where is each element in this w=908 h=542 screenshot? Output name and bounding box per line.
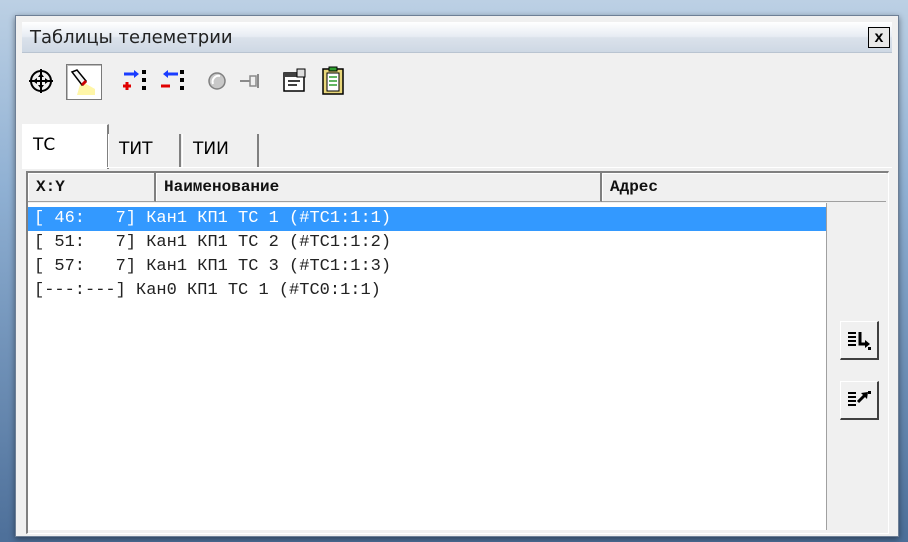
row-xy: [ 57: 7]	[34, 257, 137, 276]
column-header-name[interactable]: Наименование	[156, 173, 602, 202]
table-row[interactable]: [ 46: 7] Кан1 КП1 ТС 1 (#ТС1:1:1)	[28, 207, 826, 231]
pin-icon	[240, 74, 259, 88]
insert-rows-button[interactable]	[118, 64, 152, 98]
delete-rows-icon	[161, 70, 184, 90]
row-xy: [---:---]	[34, 281, 126, 300]
table-row[interactable]: [ 57: 7] Кан1 КП1 ТС 3 (#ТС1:1:3)	[28, 255, 826, 279]
row-xy: [ 46: 7]	[34, 209, 137, 228]
column-header-xy-label: X:Y	[36, 178, 65, 196]
color-disk-button[interactable]	[200, 64, 234, 98]
crosshair-icon	[29, 69, 53, 93]
table-header: X:Y Наименование Адрес	[28, 173, 888, 203]
properties-button[interactable]	[278, 64, 312, 98]
column-header-address[interactable]: Адрес	[602, 173, 886, 202]
column-header-address-label: Адрес	[610, 178, 659, 196]
properties-icon	[283, 68, 306, 92]
row-name: Кан1 КП1 ТС 3 (#ТС1:1:3)	[146, 257, 392, 276]
tab-ts[interactable]: ТС	[22, 124, 109, 169]
row-name: Кан1 КП1 ТС 2 (#ТС1:1:2)	[146, 233, 392, 252]
color-disk-icon	[208, 72, 226, 90]
column-header-xy[interactable]: X:Y	[28, 173, 156, 202]
tab-strip: ТС ТИТ ТИИ	[22, 124, 892, 169]
tab-ts-label: ТС	[33, 135, 56, 155]
tab-tit[interactable]: ТИТ	[108, 134, 181, 168]
export-list-button[interactable]	[840, 381, 879, 420]
column-header-name-label: Наименование	[164, 178, 280, 196]
side-panel	[828, 203, 886, 530]
delete-rows-button[interactable]	[156, 64, 190, 98]
toolbar	[22, 60, 892, 104]
row-xy: [ 51: 7]	[34, 233, 137, 252]
signal-list[interactable]: [ 46: 7] Кан1 КП1 ТС 1 (#ТС1:1:1) [ 51: …	[28, 203, 827, 530]
table-row[interactable]: [---:---] Кан0 КП1 ТС 1 (#ТС0:1:1)	[28, 279, 826, 303]
title-bar[interactable]: Таблицы телеметрии x	[22, 22, 892, 53]
clipboard-icon	[322, 66, 344, 95]
close-button[interactable]: x	[868, 27, 890, 48]
telemetry-tables-window: Таблицы телеметрии x ТС ТИТ ТИИ X:Y Наим…	[15, 15, 899, 537]
window-title: Таблицы телеметрии	[30, 27, 233, 48]
close-icon: x	[874, 29, 884, 46]
row-name: Кан0 КП1 ТС 1 (#ТС0:1:1)	[136, 281, 381, 300]
row-name: Кан1 КП1 ТС 1 (#ТС1:1:1)	[146, 209, 392, 228]
table-row[interactable]: [ 51: 7] Кан1 КП1 ТС 2 (#ТС1:1:2)	[28, 231, 826, 255]
crosshair-button[interactable]	[24, 64, 58, 98]
pin-button[interactable]	[234, 64, 268, 98]
export-list-icon	[848, 391, 871, 406]
tab-tii[interactable]: ТИИ	[182, 134, 259, 168]
ts-panel: X:Y Наименование Адрес [ 46: 7] Кан1 КП1…	[26, 171, 889, 534]
tab-tii-label: ТИИ	[193, 139, 229, 159]
insert-rows-icon	[123, 70, 146, 90]
import-list-button[interactable]	[840, 321, 879, 360]
import-list-icon	[848, 332, 871, 350]
clipboard-button[interactable]	[316, 64, 350, 98]
tab-tit-label: ТИТ	[119, 139, 153, 159]
flashlight-icon	[70, 69, 95, 95]
flashlight-button[interactable]	[66, 64, 102, 100]
tab-baseline	[22, 167, 892, 168]
